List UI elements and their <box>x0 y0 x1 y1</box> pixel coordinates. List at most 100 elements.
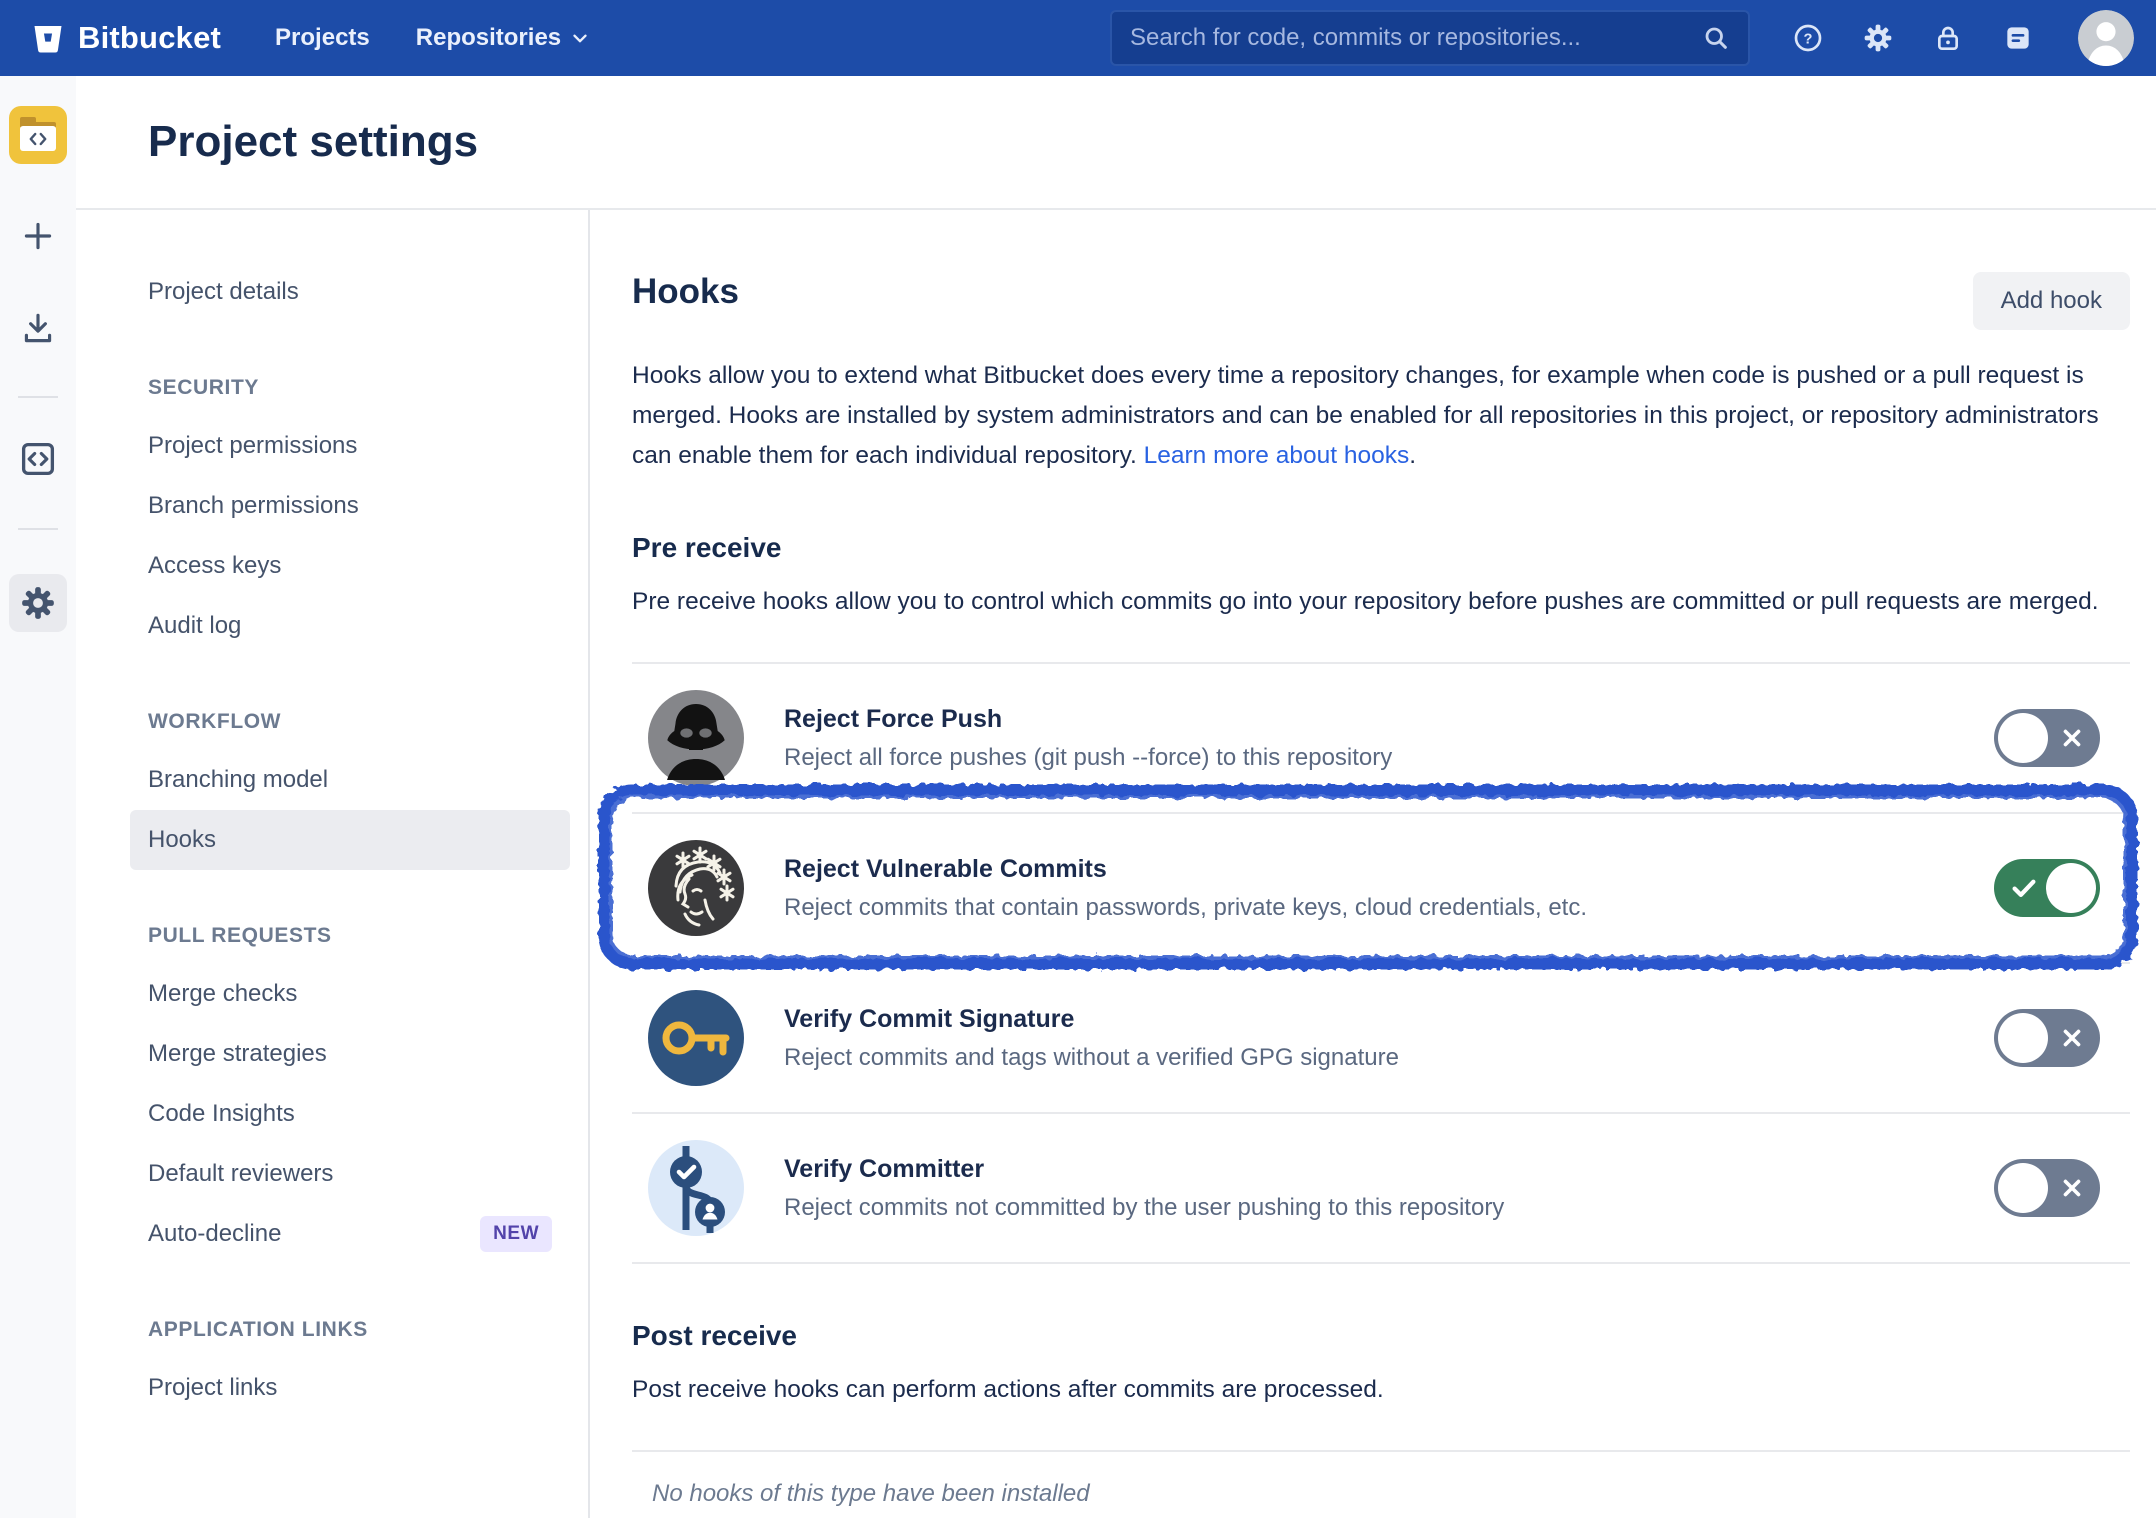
search-input[interactable] <box>1130 24 1702 52</box>
permissions-button[interactable] <box>1932 22 1964 54</box>
post-receive-title: Post receive <box>632 1320 2130 1352</box>
branch-user-icon <box>648 1140 744 1236</box>
pre-receive-section: Pre receive Pre receive hooks allow you … <box>632 532 2130 1264</box>
sidebar-item-label: Branch permissions <box>148 492 359 520</box>
empty-hooks-message: No hooks of this type have been installe… <box>652 1480 2130 1508</box>
sidebar-item-label: Code Insights <box>148 1100 295 1128</box>
source-code-button[interactable] <box>17 438 59 480</box>
sidebar-item-merge-strategies[interactable]: Merge strategies <box>130 1024 570 1084</box>
sidebar-item-label: Default reviewers <box>148 1160 333 1188</box>
post-receive-hook-list: No hooks of this type have been installe… <box>632 1450 2130 1508</box>
hook-title: Reject Vulnerable Commits <box>784 855 1587 884</box>
hook-title: Verify Committer <box>784 1155 1504 1184</box>
hooks-title: Hooks <box>632 272 739 312</box>
darth-vader-icon <box>648 690 744 786</box>
toggle-verify-committer[interactable] <box>1994 1159 2100 1217</box>
face-with-stars-icon <box>648 840 744 936</box>
global-search[interactable] <box>1110 10 1750 66</box>
sidebar-item-label: Merge strategies <box>148 1040 327 1068</box>
hook-row-verify-commit-signature: Verify Commit Signature Reject commits a… <box>632 964 2130 1114</box>
left-rail <box>0 76 76 1518</box>
x-icon <box>2059 725 2085 751</box>
user-avatar[interactable] <box>2078 10 2134 66</box>
rail-divider <box>18 528 58 530</box>
create-button[interactable] <box>18 216 58 256</box>
learn-more-link[interactable]: Learn more about hooks <box>1144 442 1410 469</box>
sidebar-item-label: Audit log <box>148 612 241 640</box>
help-button[interactable]: ? <box>1792 22 1824 54</box>
toggle-reject-vulnerable-commits[interactable] <box>1994 859 2100 917</box>
post-receive-description: Post receive hooks can perform actions a… <box>632 1370 2130 1410</box>
post-receive-section: Post receive Post receive hooks can perf… <box>632 1320 2130 1508</box>
add-hook-button[interactable]: Add hook <box>1973 272 2130 330</box>
sidebar-item-label: Merge checks <box>148 980 297 1008</box>
x-icon <box>2059 1025 2085 1051</box>
nav-repositories-label: Repositories <box>416 24 561 52</box>
avatar-icon <box>2078 10 2134 66</box>
settings-button[interactable] <box>1862 22 1894 54</box>
bitbucket-logo[interactable]: Bitbucket <box>30 20 221 56</box>
page-header: Project settings <box>76 76 2156 208</box>
clone-download-button[interactable] <box>18 308 58 348</box>
check-icon <box>2009 873 2039 903</box>
sidebar-heading-workflow: WORKFLOW <box>130 694 570 750</box>
bucket-icon <box>30 20 66 56</box>
page-title: Project settings <box>148 117 478 167</box>
hook-description: Reject commits that contain passwords, p… <box>784 894 1587 922</box>
nav-repositories[interactable]: Repositories <box>416 24 591 52</box>
toggle-knob <box>1998 713 2048 763</box>
sidebar-item-label: Project permissions <box>148 432 357 460</box>
gear-icon <box>1862 22 1894 54</box>
nav-projects-label: Projects <box>275 24 370 52</box>
hooks-intro-suffix: . <box>1409 442 1416 469</box>
rail-divider <box>18 396 58 398</box>
settings-sidebar: Project details SECURITY Project permiss… <box>76 210 590 1518</box>
hook-description: Reject commits and tags without a verifi… <box>784 1044 1399 1072</box>
sidebar-item-label: Auto-decline <box>148 1220 281 1248</box>
lock-icon <box>1932 22 1964 54</box>
sidebar-item-merge-checks[interactable]: Merge checks <box>130 964 570 1024</box>
help-icon: ? <box>1792 22 1824 54</box>
top-bar: Bitbucket Projects Repositories ? <box>0 0 2156 76</box>
sidebar-item-branching-model[interactable]: Branching model <box>130 750 570 810</box>
sidebar-item-code-insights[interactable]: Code Insights <box>130 1084 570 1144</box>
sidebar-item-default-reviewers[interactable]: Default reviewers <box>130 1144 570 1204</box>
hook-title: Reject Force Push <box>784 705 1392 734</box>
search-icon[interactable] <box>1702 24 1730 52</box>
hooks-intro: Hooks allow you to extend what Bitbucket… <box>632 356 2130 476</box>
folder-front <box>20 126 56 151</box>
sidebar-item-branch-permissions[interactable]: Branch permissions <box>130 476 570 536</box>
sidebar-item-label: Project links <box>148 1374 277 1402</box>
pre-receive-description: Pre receive hooks allow you to control w… <box>632 582 2130 622</box>
plus-icon <box>18 216 58 256</box>
toggle-knob <box>1998 1013 2048 1063</box>
sidebar-item-project-details[interactable]: Project details <box>130 262 570 322</box>
sidebar-heading-security: SECURITY <box>130 360 570 416</box>
whats-new-button[interactable] <box>2002 22 2034 54</box>
hook-row-verify-committer: Verify Committer Reject commits not comm… <box>632 1114 2130 1264</box>
project-settings-rail-button[interactable] <box>9 574 67 632</box>
pre-receive-hook-list: Reject Force Push Reject all force pushe… <box>632 662 2130 1264</box>
sidebar-item-label: Project details <box>148 278 299 306</box>
project-avatar[interactable] <box>9 106 67 164</box>
hook-description: Reject commits not committed by the user… <box>784 1194 1504 1222</box>
sidebar-item-project-links[interactable]: Project links <box>130 1358 570 1418</box>
notes-icon <box>2002 22 2034 54</box>
toggle-verify-commit-signature[interactable] <box>1994 1009 2100 1067</box>
sidebar-item-project-permissions[interactable]: Project permissions <box>130 416 570 476</box>
sidebar-heading-application-links: APPLICATION LINKS <box>130 1302 570 1358</box>
sidebar-item-auto-decline[interactable]: Auto-decline NEW <box>130 1204 570 1264</box>
sidebar-item-audit-log[interactable]: Audit log <box>130 596 570 656</box>
sidebar-item-access-keys[interactable]: Access keys <box>130 536 570 596</box>
top-bar-actions: ? <box>1792 10 2134 66</box>
top-navigation: Projects Repositories <box>275 24 591 52</box>
sidebar-item-hooks[interactable]: Hooks <box>130 810 570 870</box>
brand-name: Bitbucket <box>78 20 221 56</box>
new-badge: NEW <box>480 1216 552 1252</box>
nav-projects[interactable]: Projects <box>275 24 370 52</box>
code-icon <box>28 131 48 147</box>
hook-row-reject-force-push: Reject Force Push Reject all force pushe… <box>632 664 2130 814</box>
hooks-content: Hooks Add hook Hooks allow you to extend… <box>590 210 2156 1518</box>
toggle-reject-force-push[interactable] <box>1994 709 2100 767</box>
toggle-knob <box>2046 863 2096 913</box>
